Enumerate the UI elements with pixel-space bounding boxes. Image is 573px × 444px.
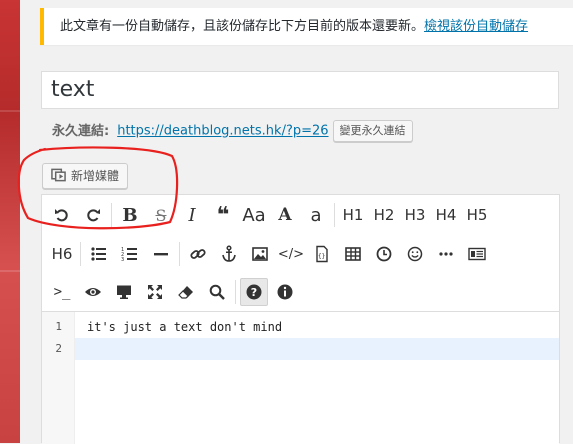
strikethrough-icon[interactable]: S [147,201,175,229]
page-break-icon[interactable] [463,240,491,268]
heading-5-button[interactable]: H5 [463,201,491,229]
font-size-icon[interactable]: Aa [240,201,268,229]
line-number: 2 [55,342,62,355]
toolbar-separator [111,203,112,227]
markdown-editor: B S I ❝ Aa A a H1 H2 H3 H4 H5 H6 123 </>… [41,194,560,444]
horizontal-rule-icon[interactable] [147,240,175,268]
admin-sidebar [0,0,20,443]
clock-icon[interactable] [370,240,398,268]
info-icon[interactable] [271,278,299,306]
toolbar-separator [179,242,180,266]
heading-6-button[interactable]: H6 [48,240,76,268]
svg-text:3: 3 [121,257,124,263]
bullet-list-icon[interactable] [85,240,113,268]
heading-2-button[interactable]: H2 [370,201,398,229]
post-title-input[interactable]: text [41,71,559,109]
toolbar-row-2: H6 123 </> {} [48,236,494,272]
toolbar-row-1: B S I ❝ Aa A a H1 H2 H3 H4 H5 [48,197,494,233]
anchor-icon[interactable] [215,240,243,268]
font-color-icon[interactable]: A [271,201,299,229]
preview-eye-icon[interactable] [79,278,107,306]
fullscreen-icon[interactable] [141,278,169,306]
permalink-label: 永久連結: [52,123,110,139]
toolbar-separator [80,242,81,266]
edit-permalink-button[interactable]: 變更永久連結 [332,120,413,142]
redo-icon[interactable] [79,201,107,229]
italic-icon[interactable]: I [178,201,206,229]
more-icon[interactable] [432,240,460,268]
link-icon[interactable] [184,240,212,268]
heading-3-button[interactable]: H3 [401,201,429,229]
autosave-notice: 此文章有一份自動儲存，且該份儲存比下方目前的版本還要新。檢視該份自動儲存 [40,8,573,45]
notice-message: 此文章有一份自動儲存，且該份儲存比下方目前的版本還要新。 [60,19,425,34]
bold-icon[interactable]: B [116,201,144,229]
emoji-icon[interactable] [401,240,429,268]
code-line-active[interactable] [75,338,559,360]
toolbar-separator [334,203,335,227]
quote-icon[interactable]: ❝ [209,201,237,229]
svg-text:{}: {} [318,253,325,260]
heading-1-button[interactable]: H1 [339,201,367,229]
line-number: 1 [55,320,62,333]
permalink-url-link[interactable]: https://deathblog.nets.hk/?p=26 [117,124,328,139]
search-icon[interactable] [203,278,231,306]
eraser-icon[interactable] [172,278,200,306]
terminal-icon[interactable]: >_ [48,278,76,306]
code-file-icon[interactable]: {} [308,240,336,268]
add-media-label: 新增媒體 [71,169,120,183]
svg-text:?: ? [251,286,257,299]
view-autosave-link[interactable]: 檢視該份自動儲存 [424,19,528,34]
code-editor-area[interactable]: 1 2 it's just a text don't mind [42,312,559,444]
image-icon[interactable] [246,240,274,268]
toolbar-row-3: >_ ? [48,274,302,310]
media-icon [51,166,66,182]
toolbar-separator [235,280,236,304]
add-media-button[interactable]: 新增媒體 [42,163,129,189]
letter-a-icon[interactable]: a [302,201,330,229]
sidebar-divider [0,110,20,112]
undo-icon[interactable] [48,201,76,229]
heading-4-button[interactable]: H4 [432,201,460,229]
code-icon[interactable]: </> [277,240,305,268]
code-line[interactable]: it's just a text don't mind [75,316,559,338]
help-icon[interactable]: ? [240,278,268,306]
line-number-gutter: 1 2 [42,312,75,444]
numbered-list-icon[interactable]: 123 [116,240,144,268]
table-icon[interactable] [339,240,367,268]
sidebar-divider [0,270,20,272]
permalink-row: 永久連結: https://deathblog.nets.hk/?p=26 變更永久… [52,120,413,142]
desktop-icon[interactable] [110,278,138,306]
editor-toolbar: B S I ❝ Aa A a H1 H2 H3 H4 H5 H6 123 </>… [42,195,559,312]
